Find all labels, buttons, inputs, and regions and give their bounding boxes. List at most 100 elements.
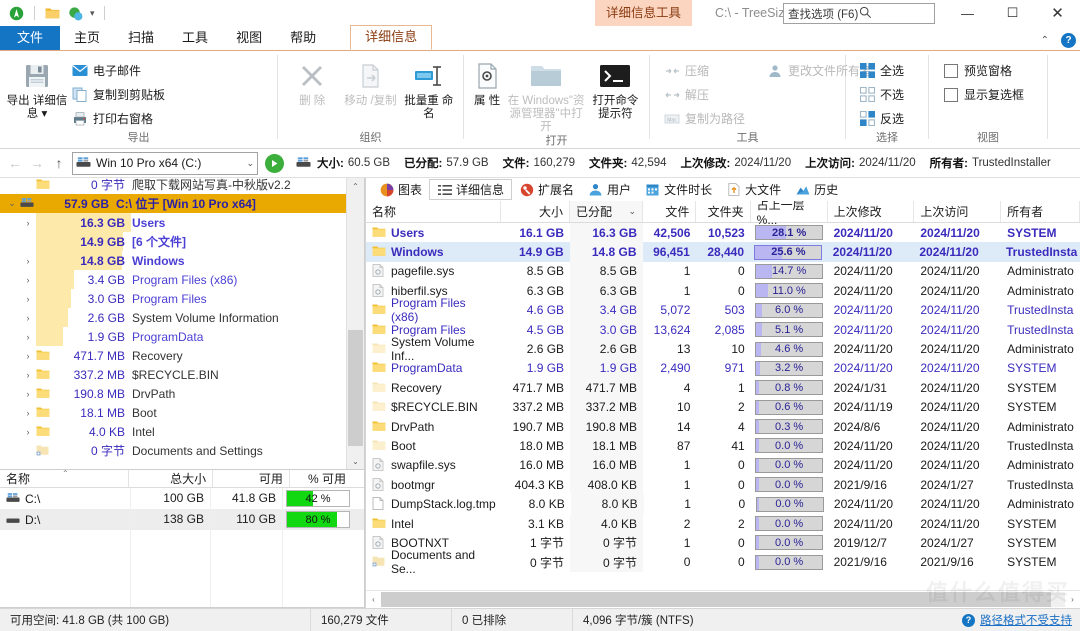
hscroll-track[interactable] xyxy=(381,592,1065,607)
compress-button[interactable]: 压缩 xyxy=(660,60,749,81)
tree-expander-icon[interactable]: › xyxy=(20,408,36,418)
grid-row[interactable]: $RECYCLE.BIN 337.2 MB 337.2 MB 10 2 0.6 % 2024… xyxy=(366,397,1080,417)
drive-header-free[interactable]: 可用 xyxy=(213,470,290,487)
grid-header-alloc[interactable]: 已分配 ⌄ xyxy=(570,201,644,222)
tree-scroll-thumb[interactable] xyxy=(348,330,363,446)
open-in-explorer-button[interactable]: 在 Windows"资 源管理器"中打开 xyxy=(504,56,588,134)
chevron-down-icon[interactable]: ⌄ xyxy=(246,158,254,169)
drive-selector[interactable]: Win 10 Pro x64 (C:) ⌄ xyxy=(72,151,258,175)
view-tab-calendar[interactable]: 文件时长 xyxy=(638,179,719,200)
move-copy-button[interactable]: 移动 /复制 xyxy=(342,56,398,108)
close-button[interactable]: ✕ xyxy=(1035,0,1080,26)
grid-header-files[interactable]: 文件 xyxy=(643,201,697,222)
ribbon-tab-scan[interactable]: 扫描 xyxy=(114,26,168,50)
show-checkboxes-toggle[interactable]: 显示复选框 xyxy=(939,84,1028,105)
tree-expander-icon[interactable]: ⌄ xyxy=(4,198,20,209)
tree-row[interactable]: › 1.9 GB ProgramData xyxy=(0,327,347,346)
tree-expander-icon[interactable]: › xyxy=(20,313,36,323)
hscroll-thumb[interactable] xyxy=(381,592,1052,607)
ribbon-tab-view[interactable]: 视图 xyxy=(222,26,276,50)
tree-expander-icon[interactable]: › xyxy=(20,332,36,342)
grid-header-pct[interactable]: 占上一层 %... xyxy=(751,201,828,227)
delete-button[interactable]: 删 除 xyxy=(284,56,340,108)
drive-row[interactable]: D:\ 138 GB 110 GB 80 % xyxy=(0,509,364,530)
tree-row[interactable]: › 14.8 GB Windows xyxy=(0,251,347,270)
qat-dropdown-icon[interactable]: ▾ xyxy=(90,8,95,19)
grid-body[interactable]: Users 16.1 GB 16.3 GB 42,506 10,523 28.1 % 202… xyxy=(366,223,1080,590)
copy-as-path-button[interactable]: Mac 复制为路径 xyxy=(660,108,749,129)
view-tab-topfiles[interactable]: 大文件 xyxy=(719,179,788,200)
view-tab-users[interactable]: 用户 xyxy=(581,179,638,200)
batch-rename-button[interactable]: 批量重 命名 xyxy=(401,56,457,121)
drive-header-pct[interactable]: % 可用 xyxy=(290,470,364,487)
grid-row[interactable]: Intel 3.1 KB 4.0 KB 2 2 0.0 % 2024/11/20 2024/1… xyxy=(366,513,1080,534)
ribbon-tab-help[interactable]: 帮助 xyxy=(276,26,330,50)
grid-header-size[interactable]: 大小 xyxy=(501,201,571,222)
tree-expander-icon[interactable]: › xyxy=(20,294,36,304)
open-cmd-button[interactable]: 打开命令 提示符 xyxy=(588,56,643,121)
select-all-button[interactable]: 全选 xyxy=(855,60,908,81)
status-hint-link[interactable]: 路径格式不受支持 xyxy=(980,612,1072,628)
back-button[interactable]: ← xyxy=(4,152,26,174)
tree-scroll-up-icon[interactable]: ⌃ xyxy=(347,178,364,194)
tree-expander-icon[interactable]: › xyxy=(20,370,36,380)
tree-row[interactable]: › 3.0 GB Program Files xyxy=(0,289,347,308)
grid-row[interactable]: pagefile.sys 8.5 GB 8.5 GB 1 0 14.7 % 2024/11/… xyxy=(366,261,1080,282)
ribbon-tab-tools[interactable]: 工具 xyxy=(168,26,222,50)
grid-row[interactable]: Program Files (x86) 4.6 GB 3.4 GB 5,072 503 6… xyxy=(366,296,1080,324)
drive-header-name[interactable]: 名称 ⌃ xyxy=(0,470,130,487)
tree-vertical-scrollbar[interactable]: ⌃ ⌄ xyxy=(346,178,364,469)
tree-expander-icon[interactable]: › xyxy=(20,256,36,266)
tree-expander-icon[interactable]: › xyxy=(20,218,36,228)
properties-button[interactable]: 属 性 xyxy=(470,56,504,108)
extract-button[interactable]: 解压 xyxy=(660,84,749,105)
grid-row[interactable]: ProgramData 1.9 GB 1.9 GB 2,490 971 3.2 % 2024… xyxy=(366,358,1080,379)
view-tab-piechart[interactable]: 图表 xyxy=(372,179,429,200)
print-right-pane-button[interactable]: 打印右窗格 xyxy=(68,108,169,129)
tree-row[interactable]: › 3.4 GB Program Files (x86) xyxy=(0,270,347,289)
grid-horizontal-scrollbar[interactable]: ‹ › xyxy=(366,590,1080,608)
grid-row[interactable]: DumpStack.log.tmp 8.0 KB 8.0 KB 1 0 0.0 % 2024… xyxy=(366,494,1080,514)
tree-scroll-down-icon[interactable]: ⌄ xyxy=(347,453,364,469)
grid-header-owner[interactable]: 所有者 xyxy=(1001,201,1080,222)
grid-header-name[interactable]: 名称 xyxy=(366,201,501,222)
search-input[interactable]: 查找选项 (F6) xyxy=(783,3,935,24)
tree-row[interactable]: 0 字节 爬取下载网站写真-中秋版v2.2 xyxy=(0,178,347,194)
copy-clipboard-button[interactable]: 复制到剪贴板 xyxy=(68,84,169,105)
grid-row[interactable]: DrvPath 190.7 MB 190.8 MB 14 4 0.3 % 2024/8/6 2… xyxy=(366,416,1080,437)
drive-header-total[interactable]: 总大小 xyxy=(129,470,214,487)
ribbon-tab-file[interactable]: 文件 xyxy=(0,26,61,50)
grid-row[interactable]: Recovery 471.7 MB 471.7 MB 4 1 0.8 % 2024/1/31… xyxy=(366,378,1080,398)
grid-row[interactable]: bootmgr 404.3 KB 408.0 KB 1 0 0.0 % 2021/9/16 2… xyxy=(366,475,1080,495)
tree-row[interactable]: › 471.7 MB Recovery xyxy=(0,346,347,365)
grid-row-selected[interactable]: Windows 14.9 GB 14.8 GB 96,451 28,440 25.6 % 2… xyxy=(366,242,1080,262)
tree-row[interactable]: › 2.6 GB System Volume Information xyxy=(0,308,347,327)
folder-tree[interactable]: 0 字节 爬取下载网站写真-中秋版v2.2 ⌄ 57.9 GB C:\ 位于 [Win … xyxy=(0,178,347,469)
ribbon-tab-home[interactable]: 主页 xyxy=(60,26,114,50)
grid-row[interactable]: Boot 18.0 MB 18.1 MB 87 41 0.0 % 2024/11/20 202… xyxy=(366,436,1080,456)
tree-row[interactable]: › 18.1 MB Boot xyxy=(0,403,347,422)
collapse-ribbon-icon[interactable]: ⌃ xyxy=(1041,35,1049,46)
grid-row[interactable]: Documents and Se... 0 字节 0 字节 0 0 0.0 % 2021/9… xyxy=(366,548,1080,576)
tree-row[interactable]: 14.9 GB [6 个文件] xyxy=(0,232,347,251)
minimize-button[interactable]: — xyxy=(945,0,990,26)
tree-row-selected[interactable]: ⌄ 57.9 GB C:\ 位于 [Win 10 Pro x64] xyxy=(0,194,347,213)
help-icon[interactable]: ? xyxy=(1061,33,1076,48)
select-none-button[interactable]: 不选 xyxy=(855,84,908,105)
tree-row[interactable]: › 4.0 KB Intel xyxy=(0,422,347,441)
open-folder-icon[interactable] xyxy=(44,5,61,22)
start-scan-button[interactable] xyxy=(265,153,284,173)
invert-selection-button[interactable]: 反选 xyxy=(855,108,908,129)
tree-row[interactable]: › 190.8 MB DrvPath xyxy=(0,384,347,403)
tree-expander-icon[interactable]: › xyxy=(20,351,36,361)
maximize-button[interactable]: ☐ xyxy=(990,0,1035,26)
ribbon-tab-details[interactable]: 详细信息 xyxy=(350,25,433,50)
hscroll-left-icon[interactable]: ‹ xyxy=(366,595,381,604)
tree-expander-icon[interactable]: › xyxy=(20,427,36,437)
refresh-scan-icon[interactable] xyxy=(67,5,84,22)
export-details-button[interactable]: 导出 详细信息 ▾ xyxy=(6,56,68,121)
status-hint[interactable]: ? 路径格式不受支持 xyxy=(962,612,1072,628)
drive-row[interactable]: C:\ 100 GB 41.8 GB 42 % xyxy=(0,488,364,509)
forward-button[interactable]: → xyxy=(26,152,48,174)
up-button[interactable]: ↑ xyxy=(48,152,70,174)
